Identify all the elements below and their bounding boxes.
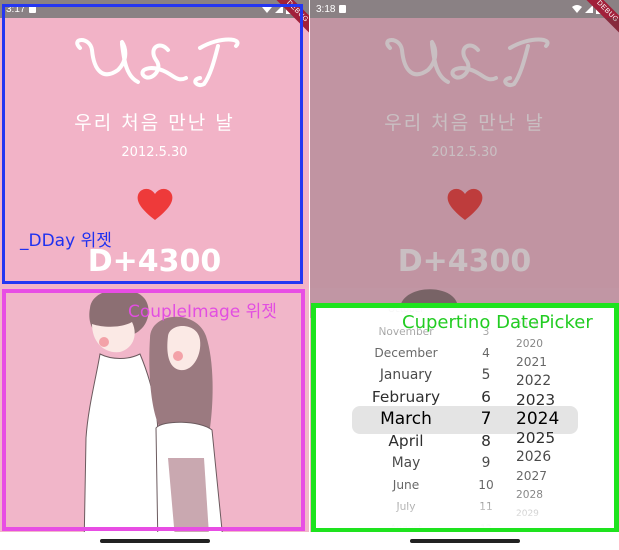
picker-month-item[interactable]: June <box>356 478 456 492</box>
picker-day-item[interactable]: 8​​​​​​ <box>456 432 516 450</box>
modal-scrim[interactable] <box>310 18 619 318</box>
picker-month-item[interactable]: December <box>356 346 456 360</box>
sim-card-icon <box>339 5 347 13</box>
picker-day-item[interactable]: 6​​​​ <box>456 388 516 406</box>
picker-month-item[interactable]: April <box>356 432 456 450</box>
picker-year-item[interactable]: 2025 <box>516 429 576 447</box>
couple-image-widget-label: CoupleImage 위젯 <box>128 302 277 322</box>
picker-year-item[interactable]: 2023 <box>516 391 576 409</box>
picker-month-item[interactable]: February <box>356 388 456 406</box>
picker-fade-bottom <box>316 494 614 528</box>
status-time: 3:18 <box>316 3 336 15</box>
picker-year-item[interactable]: 2026 <box>516 449 576 465</box>
picker-year-item[interactable]: 2027 <box>516 469 576 483</box>
picker-day-item[interactable]: 5​​​ <box>456 367 516 383</box>
home-gesture-handle[interactable] <box>409 539 520 543</box>
picker-day-item[interactable]: 4​​ <box>456 346 516 360</box>
home-gesture-handle[interactable] <box>99 539 210 543</box>
home-screen-left: 3:17 DEBUG 우리 처음 만난 날 2012.5.30 D+4300 _… <box>0 0 309 550</box>
status-bar: 3:18 <box>310 0 619 18</box>
picker-day-item[interactable]: 9​​​​​​​ <box>456 455 516 471</box>
cupertino-date-picker[interactable]: OctoberNovemberDecemberJanuaryFebruaryMa… <box>316 308 614 528</box>
navigation-bar <box>0 532 309 550</box>
picker-year-item[interactable]: 2022 <box>516 373 576 389</box>
picker-day-item[interactable]: 10​​​​​​​​ <box>456 478 516 492</box>
picker-year-item[interactable]: 2024 <box>516 409 576 429</box>
home-screen-right: 3:18 DEBUG 우리 처음 만난 날 2012.5.30 D+4300 O… <box>310 0 619 550</box>
picker-year-item[interactable]: 2021 <box>516 355 576 369</box>
picker-day-item[interactable]: 7​​​​​ <box>456 409 516 429</box>
wifi-icon <box>572 5 582 13</box>
picker-month-item[interactable]: May <box>356 455 456 471</box>
couple-image-widget-outline <box>2 289 305 531</box>
picker-month-item[interactable]: January <box>356 367 456 383</box>
picker-month-item[interactable]: March <box>356 409 456 429</box>
dday-widget-label: _DDay 위젯 <box>20 231 112 251</box>
navigation-bar <box>310 532 619 550</box>
date-picker-widget-label: Cupertino DatePicker <box>402 312 593 333</box>
